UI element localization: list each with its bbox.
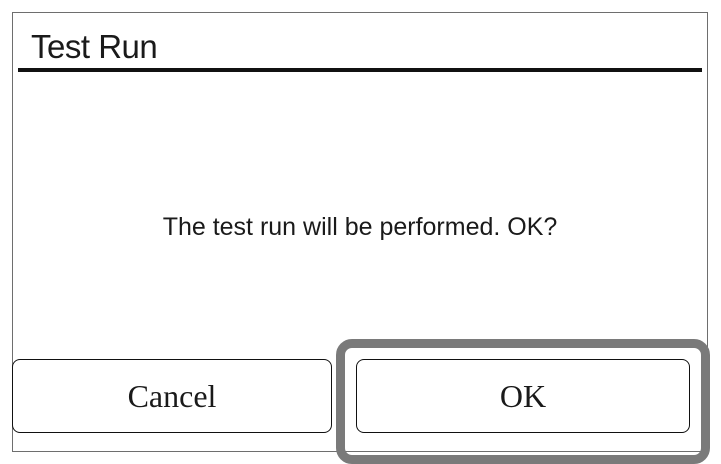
cancel-button-label: Cancel: [127, 377, 217, 414]
ok-button-label: OK: [499, 377, 547, 414]
title-divider: [18, 68, 702, 72]
ok-button[interactable]: OK: [356, 359, 690, 433]
confirmation-message: The test run will be performed. OK?: [162, 213, 558, 241]
cancel-button[interactable]: Cancel: [12, 359, 332, 433]
dialog-title: Test Run: [31, 28, 158, 65]
